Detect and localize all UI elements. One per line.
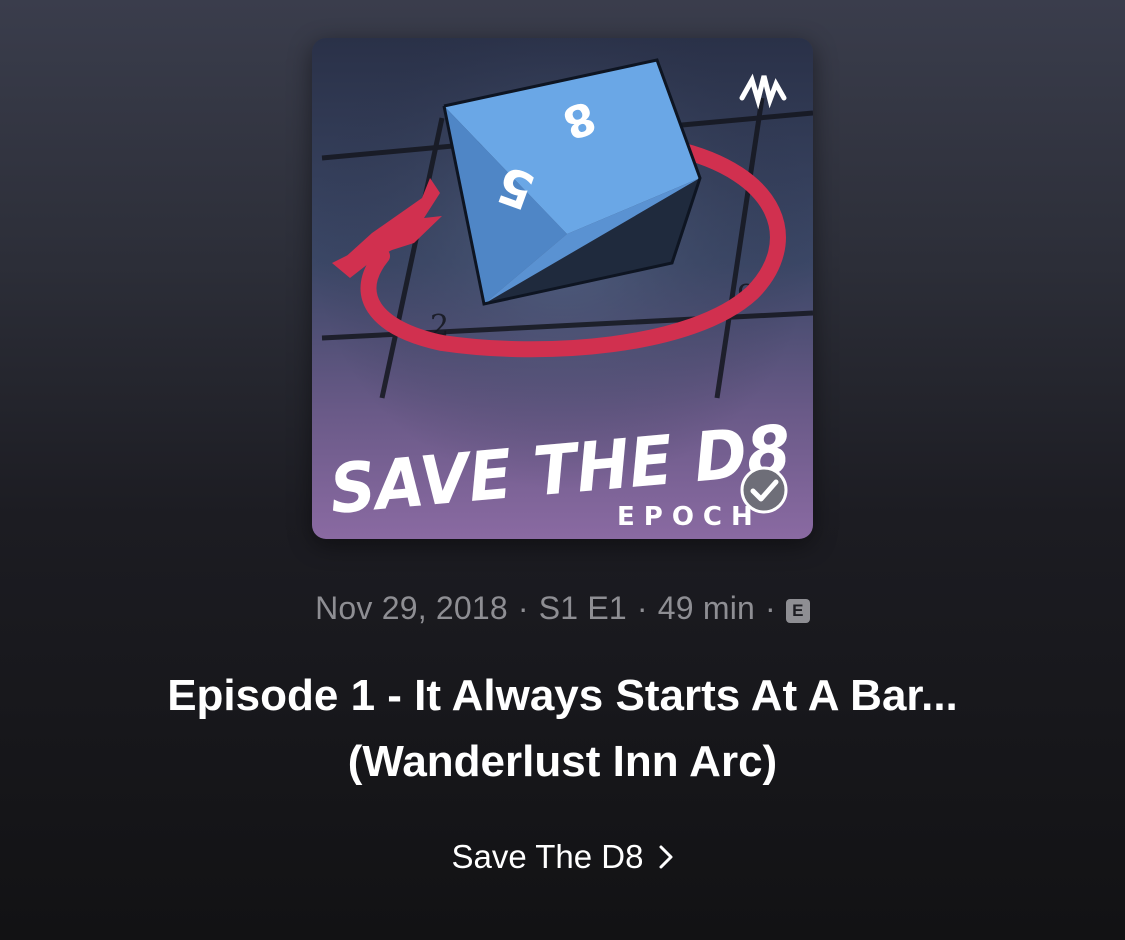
- episode-title: Episode 1 - It Always Starts At A Bar...…: [167, 671, 958, 786]
- artwork-subtitle: EPOCH: [617, 502, 762, 532]
- artwork-image: 9 2 8 5 SAVE THE D8 EPOCH: [312, 38, 813, 539]
- separator: ·: [765, 590, 776, 626]
- chevron-right-icon: [658, 838, 674, 880]
- release-date: Nov 29, 2018: [315, 590, 508, 626]
- explicit-badge: E: [785, 599, 810, 623]
- separator: ·: [517, 590, 529, 626]
- episode-metadata: Nov 29, 2018 · S1 E1 · 49 min · E: [0, 588, 1125, 628]
- show-name: Save The D8: [451, 838, 644, 875]
- season-episode: S1 E1: [538, 590, 627, 626]
- separator: ·: [636, 590, 648, 626]
- duration: 49 min: [657, 590, 756, 626]
- podcast-artwork[interactable]: 9 2 8 5 SAVE THE D8 EPOCH: [312, 38, 813, 539]
- show-link[interactable]: Save The D8: [0, 836, 1125, 880]
- verified-check-icon: [740, 466, 788, 514]
